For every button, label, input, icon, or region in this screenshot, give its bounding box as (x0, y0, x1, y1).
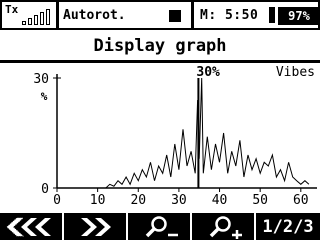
page-selector-button[interactable]: 1/2/3 (256, 213, 320, 240)
battery-percent: 97% (278, 7, 320, 25)
y-tick-label: 0 (41, 182, 49, 197)
title-divider (0, 60, 320, 63)
signal-bar (40, 12, 44, 25)
graph-plot (57, 77, 310, 189)
rewind-button[interactable] (0, 213, 62, 240)
series-label: Vibes (276, 65, 315, 80)
x-tick-label: 50 (252, 193, 268, 208)
x-tick-label: 30 (171, 193, 187, 208)
rewind-left-icon (6, 217, 51, 236)
zoom-out-button[interactable] (128, 213, 190, 240)
x-tick-label: 10 (90, 193, 106, 208)
page-selector-label: 1/2/3 (262, 216, 314, 237)
y-axis-unit: % (41, 90, 48, 103)
signal-bar (22, 21, 26, 25)
zoom-out-icon (145, 215, 178, 237)
tx-label: Tx (5, 3, 19, 16)
x-tick-label: 0 (53, 193, 61, 208)
signal-bar (34, 15, 38, 25)
x-tick-label: 40 (212, 193, 228, 208)
zoom-in-icon (209, 215, 242, 239)
vibration-graph: 0 10 20 30 40 50 60 0 30 30% Vibes % (33, 65, 317, 208)
forward-button[interactable] (64, 213, 126, 240)
status-bar: Tx Autorot. M: 5:50 97% (0, 0, 320, 31)
timer-battery-box: M: 5:50 97% (192, 0, 320, 30)
battery-icon (269, 7, 275, 23)
bottom-toolbar: 1/2/3 (0, 213, 320, 240)
signal-bar (28, 18, 32, 25)
vibes-series-line (57, 77, 310, 189)
stop-icon (169, 10, 181, 22)
y-tick-label: 30 (33, 72, 49, 87)
graph-ticks (53, 77, 302, 192)
zoom-in-button[interactable] (192, 213, 254, 240)
model-timer: M: 5:50 (200, 7, 259, 23)
signal-bar (46, 9, 50, 25)
model-name-box: Autorot. (57, 0, 193, 30)
model-name: Autorot. (63, 7, 126, 23)
page-title: Display graph (93, 36, 227, 56)
device-screen: Tx Autorot. M: 5:50 97% Display graph 0 1… (0, 0, 320, 240)
x-tick-label: 20 (130, 193, 146, 208)
play-forward-icon (81, 217, 111, 236)
transmitter-signal: Tx (0, 0, 58, 30)
x-tick-label: 60 (293, 193, 309, 208)
cursor-value-label: 30% (196, 65, 220, 80)
graph-axes (56, 74, 317, 189)
